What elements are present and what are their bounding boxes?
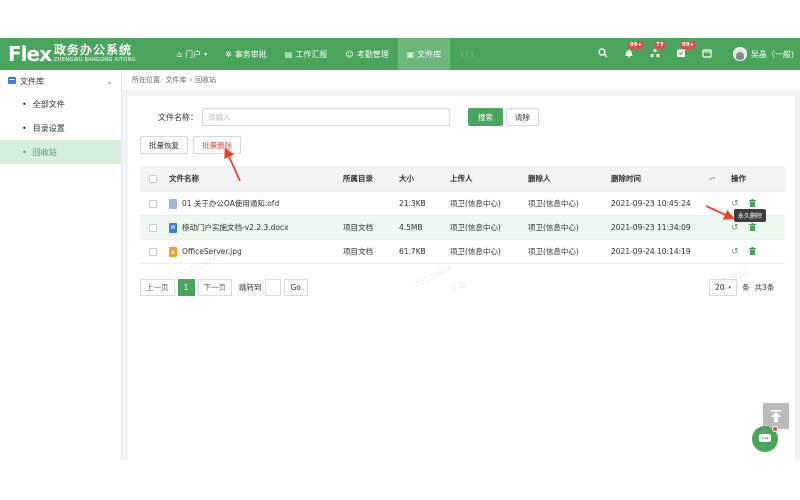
arrow-to-batch-delete: [224, 147, 241, 182]
back-to-top-button[interactable]: [763, 403, 789, 429]
arrow-to-trash: [705, 205, 735, 220]
arrow-up-icon: [771, 410, 781, 422]
annotation-arrows: [224, 147, 735, 220]
chat-button[interactable]: [752, 426, 778, 452]
unread-dot: [772, 426, 778, 432]
chat-icon: [759, 434, 771, 442]
